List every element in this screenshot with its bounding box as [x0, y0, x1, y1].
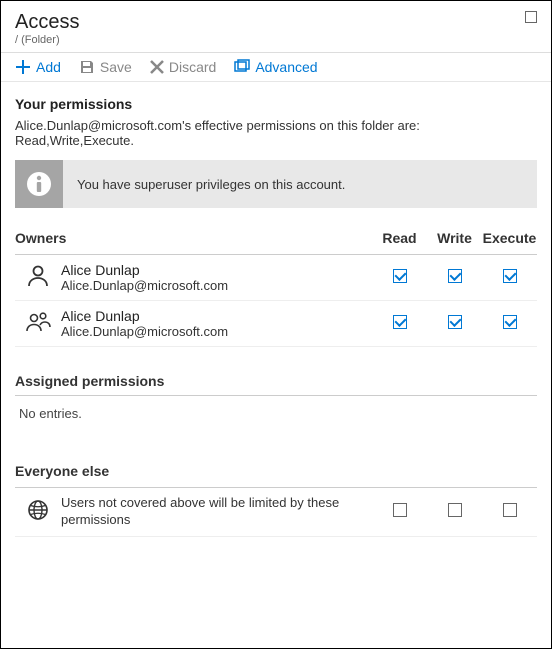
your-permissions-title: Your permissions	[15, 96, 537, 112]
execute-checkbox[interactable]	[503, 269, 517, 283]
no-entries-text: No entries.	[15, 396, 537, 431]
expand-icon[interactable]	[525, 11, 537, 23]
owner-email: Alice.Dunlap@microsoft.com	[61, 324, 372, 339]
add-button[interactable]: Add	[15, 59, 61, 75]
breadcrumb: / (Folder)	[15, 34, 537, 46]
owner-name: Alice Dunlap	[61, 262, 372, 278]
table-row: Users not covered above will be limited …	[15, 488, 537, 537]
col-read: Read	[372, 226, 427, 255]
owner-name: Alice Dunlap	[61, 308, 372, 324]
read-checkbox[interactable]	[393, 315, 407, 329]
discard-icon	[150, 60, 164, 74]
save-button[interactable]: Save	[79, 59, 132, 75]
write-checkbox[interactable]	[448, 269, 462, 283]
group-icon	[15, 301, 61, 347]
read-checkbox[interactable]	[393, 269, 407, 283]
plus-icon	[15, 59, 31, 75]
assigned-permissions-title: Assigned permissions	[15, 373, 537, 396]
save-label: Save	[100, 59, 132, 75]
info-banner: You have superuser privileges on this ac…	[15, 160, 537, 208]
advanced-label: Advanced	[255, 59, 317, 75]
advanced-icon	[234, 59, 250, 75]
your-permissions-description: Alice.Dunlap@microsoft.com's effective p…	[15, 118, 537, 148]
globe-icon	[15, 488, 61, 537]
toolbar: Add Save Discard Advanced	[1, 52, 551, 82]
col-write: Write	[427, 226, 482, 255]
everyone-else-title: Everyone else	[15, 459, 372, 488]
write-checkbox[interactable]	[448, 315, 462, 329]
execute-checkbox[interactable]	[503, 315, 517, 329]
person-icon	[15, 255, 61, 301]
add-label: Add	[36, 59, 61, 75]
table-row: Alice Dunlap Alice.Dunlap@microsoft.com	[15, 301, 537, 347]
table-row: Alice Dunlap Alice.Dunlap@microsoft.com	[15, 255, 537, 301]
read-checkbox[interactable]	[393, 503, 407, 517]
owners-table: Owners Read Write Execute Alice Dunlap A…	[15, 226, 537, 347]
col-execute: Execute	[482, 226, 537, 255]
write-checkbox[interactable]	[448, 503, 462, 517]
discard-button[interactable]: Discard	[150, 59, 216, 75]
save-icon	[79, 59, 95, 75]
owners-title: Owners	[15, 226, 372, 255]
advanced-button[interactable]: Advanced	[234, 59, 317, 75]
discard-label: Discard	[169, 59, 216, 75]
everyone-table: Everyone else Users not covered above wi…	[15, 459, 537, 537]
info-banner-text: You have superuser privileges on this ac…	[63, 160, 537, 208]
page-title: Access	[15, 11, 537, 34]
everyone-message: Users not covered above will be limited …	[61, 495, 372, 529]
owner-email: Alice.Dunlap@microsoft.com	[61, 278, 372, 293]
execute-checkbox[interactable]	[503, 503, 517, 517]
info-icon	[15, 160, 63, 208]
